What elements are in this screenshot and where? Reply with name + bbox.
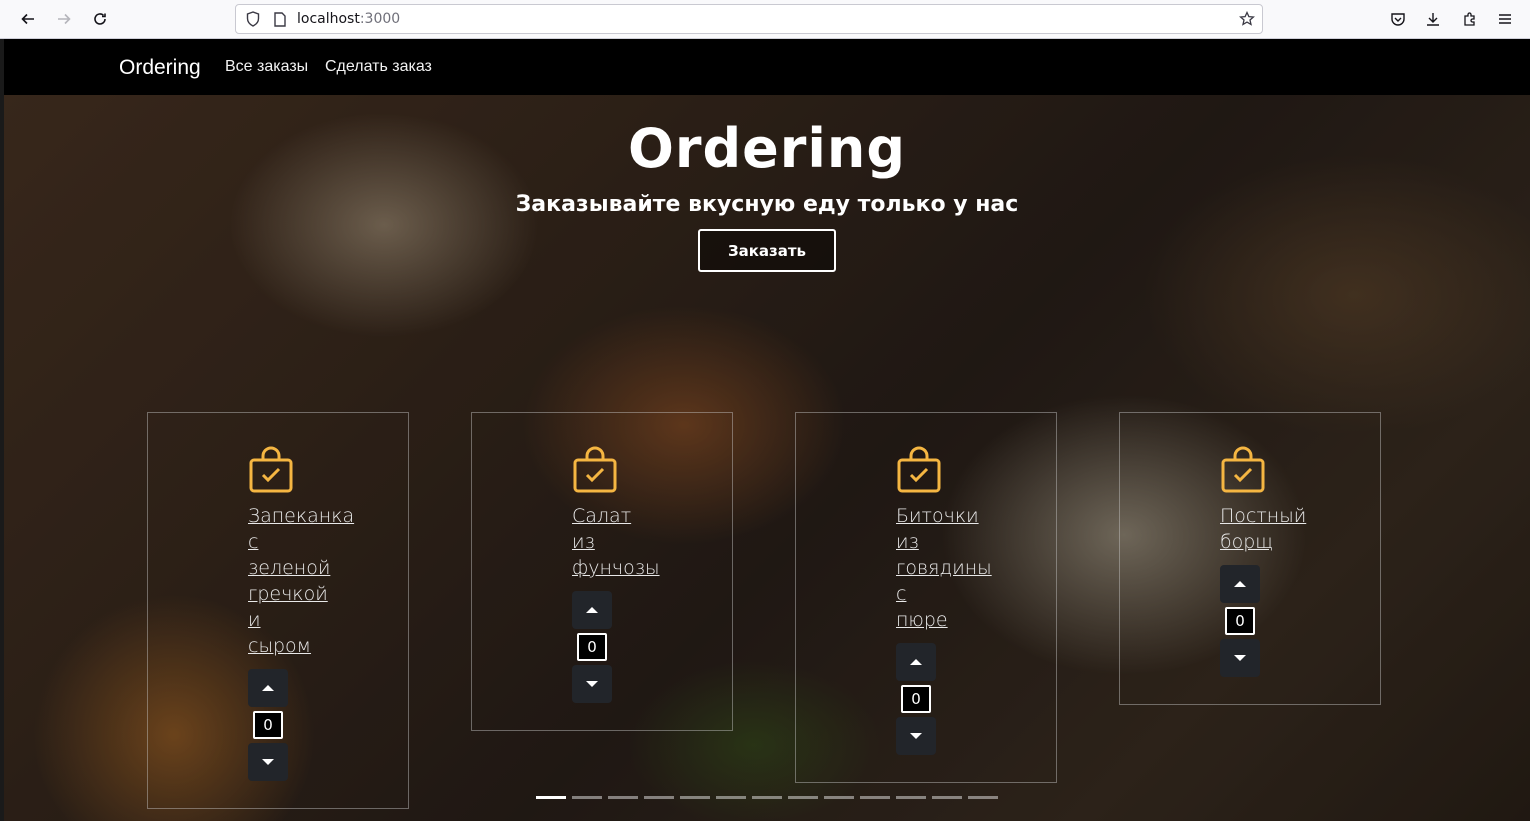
caret-up-icon (910, 659, 922, 665)
dish-card: Постный борщ 0 (1119, 412, 1381, 705)
navbar-brand[interactable]: Ordering (119, 56, 201, 80)
download-icon[interactable] (1420, 6, 1446, 32)
caret-down-icon (910, 733, 922, 739)
increment-button[interactable] (248, 669, 288, 707)
caret-up-icon (586, 607, 598, 613)
carousel-indicator[interactable] (644, 796, 674, 799)
browser-toolbar: localhost:3000 (0, 0, 1530, 39)
increment-button[interactable] (1220, 565, 1260, 603)
quantity-stepper: 0 (896, 643, 936, 755)
increment-button[interactable] (896, 643, 936, 681)
url-bar[interactable]: localhost:3000 (235, 4, 1263, 34)
shopping-bag-check-icon (573, 446, 617, 493)
carousel-indicator[interactable] (896, 796, 926, 799)
quantity-stepper: 0 (248, 669, 288, 781)
quantity-value[interactable]: 0 (901, 685, 931, 713)
shopping-bag-check-icon (897, 446, 941, 493)
reload-icon[interactable] (87, 6, 113, 32)
page-icon[interactable] (271, 10, 289, 28)
dish-card: Салат из фунчозы 0 (471, 412, 733, 731)
site-navbar: Ordering Все заказы Сделать заказ (4, 39, 1530, 95)
carousel-indicator[interactable] (572, 796, 602, 799)
caret-up-icon (1234, 581, 1246, 587)
url-port: :3000 (359, 11, 401, 27)
quantity-value[interactable]: 0 (1225, 607, 1255, 635)
caret-down-icon (586, 681, 598, 687)
hero-title: Ordering (627, 117, 907, 180)
carousel-indicator[interactable] (752, 796, 782, 799)
caret-down-icon (262, 759, 274, 765)
carousel-indicator[interactable] (824, 796, 854, 799)
dish-name[interactable]: Салат из фунчозы (572, 503, 672, 581)
carousel-indicator[interactable] (932, 796, 962, 799)
increment-button[interactable] (572, 591, 612, 629)
carousel-indicators (536, 796, 998, 799)
caret-down-icon (1234, 655, 1246, 661)
caret-up-icon (262, 685, 274, 691)
order-button[interactable]: Заказать (698, 229, 836, 272)
quantity-stepper: 0 (1220, 565, 1260, 677)
decrement-button[interactable] (572, 665, 612, 703)
forward-icon[interactable] (51, 6, 77, 32)
decrement-button[interactable] (248, 743, 288, 781)
extensions-icon[interactable] (1457, 6, 1483, 32)
carousel-indicator[interactable] (788, 796, 818, 799)
quantity-value[interactable]: 0 (253, 711, 283, 739)
menu-icon[interactable] (1492, 6, 1518, 32)
dish-name[interactable]: Постный борщ (1220, 503, 1320, 555)
dish-name[interactable]: Биточки из говядины с пюре (896, 503, 996, 633)
back-icon[interactable] (15, 6, 41, 32)
pocket-icon[interactable] (1385, 6, 1411, 32)
decrement-button[interactable] (1220, 639, 1260, 677)
carousel-indicator[interactable] (716, 796, 746, 799)
decrement-button[interactable] (896, 717, 936, 755)
dish-name[interactable]: Запеканка с зеленой гречкой и сыром (248, 503, 354, 659)
dish-card: Запеканка с зеленой гречкой и сыром 0 (147, 412, 409, 809)
carousel-indicator[interactable] (608, 796, 638, 799)
hero-section: Ordering Заказывайте вкусную еду только … (4, 95, 1530, 821)
url-host: localhost (297, 11, 360, 27)
carousel-indicator[interactable] (860, 796, 890, 799)
shopping-bag-check-icon (1221, 446, 1265, 493)
carousel-indicator[interactable] (680, 796, 710, 799)
url-text: localhost:3000 (297, 11, 400, 27)
quantity-stepper: 0 (572, 591, 612, 703)
shopping-bag-check-icon (249, 446, 293, 493)
hero-subtitle: Заказывайте вкусную еду только у нас (515, 192, 1019, 217)
dish-card: Биточки из говядины с пюре 0 (795, 412, 1057, 783)
carousel-indicator[interactable] (536, 796, 566, 799)
carousel-indicator[interactable] (968, 796, 998, 799)
nav-link-make-order[interactable]: Сделать заказ (325, 58, 432, 76)
shield-icon[interactable] (244, 10, 262, 28)
nav-link-all-orders[interactable]: Все заказы (225, 58, 308, 76)
bookmark-star-icon[interactable] (1238, 10, 1256, 28)
quantity-value[interactable]: 0 (577, 633, 607, 661)
